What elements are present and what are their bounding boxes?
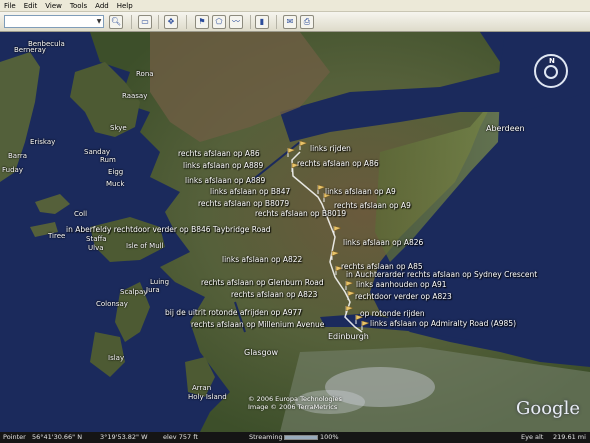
- place-label: Tiree: [48, 232, 66, 240]
- place-label: Staffa: [86, 235, 107, 243]
- streaming-percent: 100%: [320, 433, 339, 441]
- place-label: Muck: [106, 180, 125, 188]
- toolbar-divider: [186, 15, 187, 29]
- streaming-label: Streaming: [249, 433, 283, 441]
- place-label: Ulva: [88, 244, 104, 252]
- place-label: Raasay: [122, 92, 148, 100]
- place-label: Fuday: [2, 166, 23, 174]
- place-label: Coll: [74, 210, 88, 218]
- place-label: Eigg: [108, 168, 124, 176]
- navigation-button[interactable]: ✥: [164, 15, 178, 29]
- place-label: Berneray: [14, 46, 46, 54]
- direction-label[interactable]: in Auchterarder rechts afslaan op Sydney…: [346, 270, 537, 279]
- place-label: Arran: [192, 384, 212, 392]
- direction-label[interactable]: links rijden: [310, 144, 351, 153]
- menu-add[interactable]: Add: [91, 0, 113, 12]
- place-label: Colonsay: [96, 300, 128, 308]
- direction-label[interactable]: rechtdoor verder op A823: [355, 292, 452, 301]
- direction-label[interactable]: rechts afslaan op Millenium Avenue: [191, 320, 324, 329]
- eye-alt-value: 219.61 mi: [553, 433, 586, 441]
- direction-label[interactable]: rechts afslaan op Glenburn Road: [201, 278, 324, 287]
- path-icon: 〰: [232, 17, 240, 26]
- pointer-label: Pointer: [3, 433, 26, 441]
- place-label: Luing: [150, 278, 170, 286]
- menu-help[interactable]: Help: [113, 0, 137, 12]
- magnifier-icon: 🔍︎: [110, 17, 122, 26]
- ruler-icon: ▮: [259, 17, 265, 26]
- status-bar: Pointer 56°41'30.66" N 3°19'53.82" W ele…: [0, 432, 590, 443]
- sidebar-icon: ▭: [141, 17, 149, 26]
- city-label-aberdeen: Aberdeen: [486, 124, 525, 133]
- polygon-icon: ⬠: [215, 17, 223, 26]
- navigation-compass[interactable]: N: [534, 54, 568, 88]
- direction-label[interactable]: links afslaan op A889: [183, 161, 263, 170]
- search-button[interactable]: 🔍︎: [109, 15, 123, 29]
- toolbar-divider: [276, 15, 277, 29]
- elevation-readout: elev 757 ft: [163, 433, 198, 441]
- direction-label[interactable]: links aanhouden op A91: [356, 280, 447, 289]
- print-button[interactable]: ⎙: [300, 15, 314, 29]
- place-label: Rum: [100, 156, 116, 164]
- direction-label[interactable]: in Aberfeldy rechtdoor verder op B846 Ta…: [66, 225, 271, 234]
- google-logo: Google: [516, 398, 580, 419]
- place-label: Eriskay: [30, 138, 56, 146]
- email-button[interactable]: ✉: [283, 15, 297, 29]
- eye-alt-label: Eye alt: [521, 433, 544, 441]
- direction-label[interactable]: links afslaan op A9: [325, 187, 396, 196]
- add-path-button[interactable]: 〰: [229, 15, 243, 29]
- streaming-progress-fill: [285, 436, 317, 439]
- pointer-longitude: 3°19'53.82" W: [100, 433, 148, 441]
- direction-label[interactable]: links afslaan op A822: [222, 255, 302, 264]
- direction-label[interactable]: links afslaan op A826: [343, 238, 423, 247]
- toolbar: ▼ 🔍︎ ▭ ✥ ⚑ ⬠ 〰 ▮ ✉ ⎙: [0, 12, 590, 32]
- copyright-line: Image © 2006 TerraMetrics: [248, 403, 338, 411]
- place-label: Scalpay: [120, 288, 148, 296]
- menu-bar: File Edit View Tools Add Help: [0, 0, 590, 12]
- toolbar-divider: [131, 15, 132, 29]
- direction-label[interactable]: links afslaan op Admiralty Road (A985): [370, 319, 516, 328]
- direction-label[interactable]: op rotonde rijden: [360, 309, 425, 318]
- ruler-button[interactable]: ▮: [255, 15, 269, 29]
- direction-label[interactable]: links afslaan op A889: [185, 176, 265, 185]
- imagery-copyright: © 2006 Europa Technologies Image © 2006 …: [248, 395, 342, 411]
- direction-label[interactable]: rechts afslaan op A86: [178, 149, 260, 158]
- place-label: Rona: [136, 70, 154, 78]
- placemark-icon: ⚑: [198, 17, 206, 26]
- pointer-latitude: 56°41'30.66" N: [32, 433, 83, 441]
- search-input[interactable]: [4, 15, 104, 28]
- search-dropdown-icon[interactable]: ▼: [95, 16, 103, 27]
- direction-label[interactable]: rechts afslaan op B8019: [255, 209, 346, 218]
- toolbar-divider: [250, 15, 251, 29]
- sidebar-toggle-button[interactable]: ▭: [138, 15, 152, 29]
- place-label: Sanday: [84, 148, 111, 156]
- place-label: Jura: [146, 286, 160, 294]
- menu-edit[interactable]: Edit: [20, 0, 42, 12]
- direction-label[interactable]: bij de uitrit rotonde afrijden op A977: [165, 308, 302, 317]
- menu-file[interactable]: File: [0, 0, 20, 12]
- compass-ring-icon[interactable]: [544, 65, 558, 79]
- streaming-progress-bar: [284, 435, 318, 440]
- menu-view[interactable]: View: [41, 0, 66, 12]
- print-icon: ⎙: [303, 17, 311, 26]
- place-label: Islay: [108, 354, 125, 362]
- city-label-edinburgh: Edinburgh: [328, 332, 369, 341]
- city-label-glasgow: Glasgow: [244, 348, 279, 357]
- north-indicator-icon: N: [549, 57, 555, 65]
- place-label: Holy Island: [188, 393, 227, 401]
- copyright-line: © 2006 Europa Technologies: [248, 395, 342, 403]
- place-label: Isle of Mull: [126, 242, 164, 250]
- direction-label[interactable]: rechts afslaan op A823: [231, 290, 317, 299]
- menu-tools[interactable]: Tools: [66, 0, 91, 12]
- add-polygon-button[interactable]: ⬠: [212, 15, 226, 29]
- direction-label[interactable]: links afslaan op B847: [210, 187, 290, 196]
- place-label: Barra: [8, 152, 28, 160]
- move-icon: ✥: [167, 17, 175, 26]
- map-view[interactable]: Benbecula Rona Raasay Skye Barra Sanday …: [0, 32, 590, 432]
- email-icon: ✉: [286, 17, 294, 26]
- place-label: Skye: [110, 124, 127, 132]
- direction-label[interactable]: rechts afslaan op B8079: [198, 199, 289, 208]
- add-placemark-button[interactable]: ⚑: [195, 15, 209, 29]
- toolbar-divider: [158, 15, 159, 29]
- direction-label[interactable]: rechts afslaan op A86: [297, 159, 379, 168]
